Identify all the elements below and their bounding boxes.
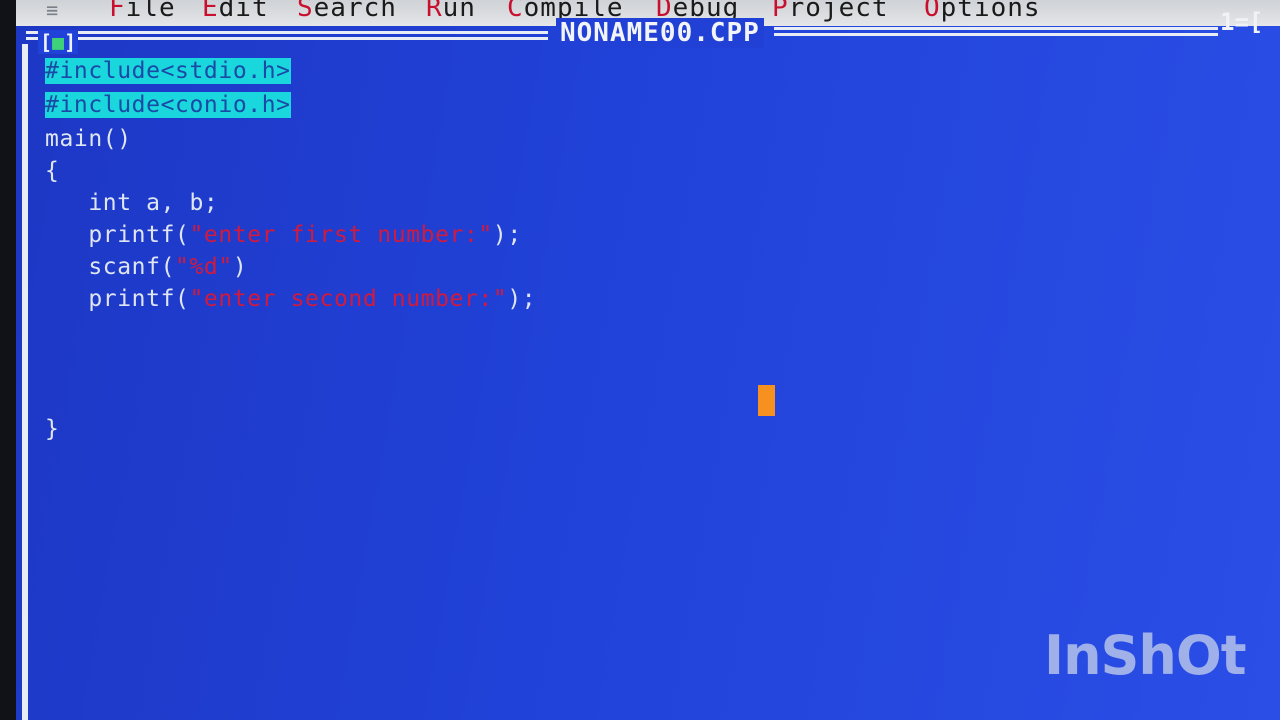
text-cursor bbox=[758, 385, 775, 416]
window-close-box[interactable]: [■] bbox=[38, 30, 79, 54]
menu-run[interactable]: Run bbox=[426, 0, 476, 23]
printf2-end: ); bbox=[507, 286, 537, 312]
menu-project-label: roject bbox=[788, 0, 889, 23]
scanf-string: "%d" bbox=[175, 254, 233, 280]
menu-project[interactable]: Project bbox=[772, 0, 889, 23]
menu-file-label: ile bbox=[125, 0, 176, 23]
frame-top-border-left bbox=[26, 31, 548, 40]
printf1-call: printf( bbox=[45, 222, 190, 248]
code-line-5[interactable]: int a, b; bbox=[45, 190, 218, 216]
menu-run-label: un bbox=[442, 0, 476, 23]
scanf-call: scanf( bbox=[45, 254, 176, 280]
system-menu-icon[interactable]: ≡ bbox=[46, 0, 58, 22]
menu-edit[interactable]: Edit bbox=[202, 0, 269, 23]
menu-search-label: earch bbox=[313, 0, 397, 23]
menu-options-label: ptions bbox=[940, 0, 1041, 23]
printf1-end: ); bbox=[492, 222, 522, 248]
close-box-right-bracket: ] bbox=[64, 30, 77, 54]
menu-project-hotkey: P bbox=[772, 0, 789, 23]
printf1-string: "enter first number:" bbox=[189, 222, 493, 248]
printf2-call: printf( bbox=[45, 286, 190, 312]
code-line-6[interactable]: printf("enter first number:"); bbox=[45, 222, 522, 248]
menu-edit-hotkey: E bbox=[202, 0, 219, 23]
code-line-1[interactable]: #include<stdio.h> bbox=[45, 58, 291, 84]
code-line-7[interactable]: scanf("%d") bbox=[45, 254, 247, 280]
menu-edit-label: dit bbox=[218, 0, 269, 23]
menu-search-hotkey: S bbox=[297, 0, 314, 23]
frame-left-border bbox=[22, 44, 28, 720]
menu-options-hotkey: O bbox=[924, 0, 941, 23]
close-box-left-bracket: [ bbox=[40, 30, 53, 54]
frame-top-border-right bbox=[774, 27, 1218, 36]
code-line-8[interactable]: printf("enter second number:"); bbox=[45, 286, 536, 312]
code-line-3[interactable]: main() bbox=[45, 126, 132, 152]
menu-compile-hotkey: C bbox=[507, 0, 524, 23]
menu-run-hotkey: R bbox=[426, 0, 443, 23]
close-icon: ■ bbox=[52, 30, 65, 54]
monitor-bezel bbox=[0, 0, 16, 720]
code-line-close-brace[interactable]: } bbox=[45, 416, 59, 442]
window-number[interactable]: 1=[ bbox=[1220, 8, 1263, 36]
scanf-end: ) bbox=[232, 254, 248, 280]
code-line-2[interactable]: #include<conio.h> bbox=[45, 92, 291, 118]
code-line-4[interactable]: { bbox=[45, 158, 59, 184]
menu-search[interactable]: Search bbox=[297, 0, 397, 23]
menu-file-hotkey: F bbox=[109, 0, 126, 23]
selected-include-stdio: #include<stdio.h> bbox=[45, 58, 291, 84]
menu-options[interactable]: Options bbox=[924, 0, 1041, 23]
menu-file[interactable]: File bbox=[109, 0, 176, 23]
printf2-string: "enter second number:" bbox=[189, 286, 508, 312]
watermark-logo: InShOt bbox=[1044, 624, 1247, 687]
selected-include-conio: #include<conio.h> bbox=[45, 92, 291, 118]
window-title: NONAME00.CPP bbox=[556, 18, 764, 48]
turbo-c-ide-screen: ≡ File Edit Search Run Compile Debug Pro… bbox=[0, 0, 1280, 720]
